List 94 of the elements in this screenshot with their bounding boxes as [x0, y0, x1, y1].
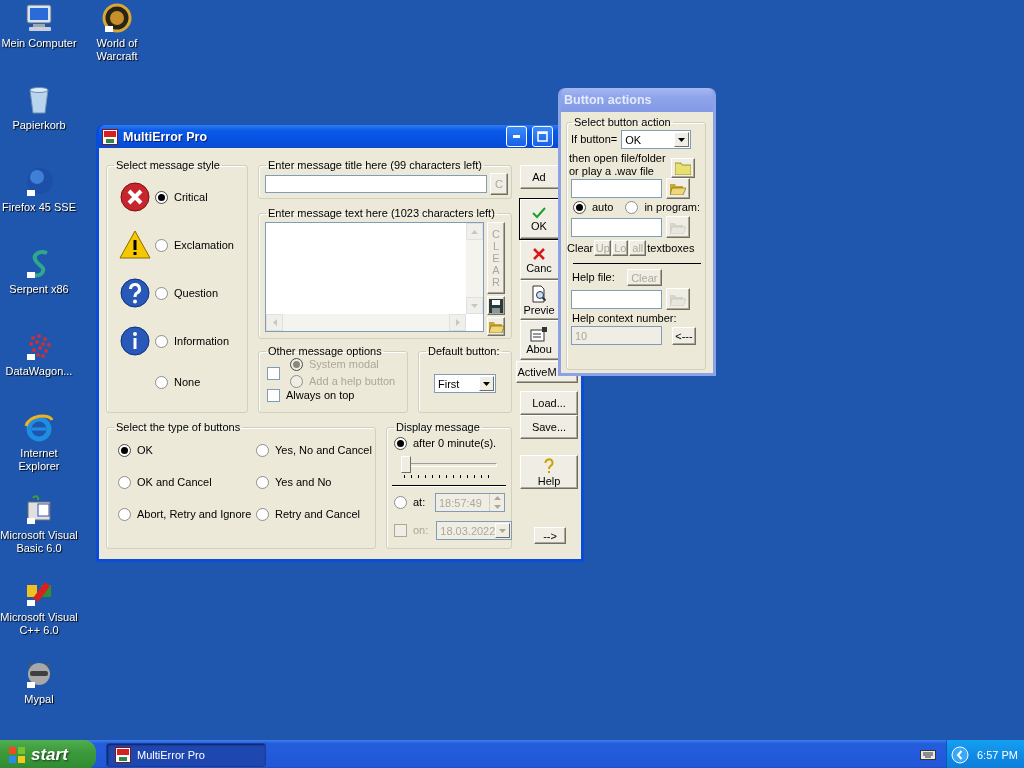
group-label: Display message [395, 421, 481, 434]
program-path-field[interactable] [571, 217, 662, 237]
maximize-icon [537, 131, 548, 142]
horizontal-scrollbar[interactable] [266, 314, 466, 331]
folder-icon [488, 320, 504, 333]
radio-button[interactable]: Retry and Cancel [256, 508, 372, 521]
start-button[interactable]: start [0, 740, 96, 768]
scroll-right-icon [455, 319, 460, 326]
desktop-icon-label[interactable]: Papierkorb [0, 119, 79, 132]
title-input[interactable] [265, 175, 487, 193]
open-folder-icon [670, 292, 686, 306]
radio-button[interactable]: None [155, 375, 241, 389]
spin-down-icon [493, 504, 501, 509]
group-label: Enter message title here (99 characters left) [267, 159, 483, 172]
maximize-button[interactable] [532, 126, 553, 147]
group-label: Other message options [267, 345, 383, 358]
browse-button[interactable] [666, 178, 690, 199]
open-folder-icon [670, 182, 686, 195]
open-folder-button[interactable] [487, 317, 505, 336]
group-label: Select the type of buttons [115, 421, 242, 434]
checkbox[interactable] [267, 366, 280, 380]
radio-button[interactable]: Abort, Retry and Ignore [118, 508, 256, 521]
close-icon [532, 246, 546, 261]
error-icon [119, 181, 151, 213]
window-title: Button actions [564, 93, 653, 107]
ring-icon[interactable] [101, 2, 133, 34]
message-text-field[interactable] [265, 222, 484, 332]
window-title: MultiError Pro [123, 129, 209, 144]
scroll-up-icon [471, 229, 478, 234]
group-label: Select message style [115, 159, 221, 172]
dropdown-arrow-icon [483, 381, 490, 386]
check-icon [532, 206, 546, 219]
radio-button[interactable]: after 0 minute(s). [394, 437, 497, 450]
app-icon [115, 747, 131, 763]
browser-icon[interactable] [23, 412, 55, 444]
radio-button[interactable]: at: [394, 496, 426, 509]
computer-icon[interactable] [23, 2, 55, 34]
group-label: Default button: [427, 345, 501, 358]
vertical-scrollbar[interactable] [466, 223, 483, 314]
desktop-icon-label[interactable]: Serpent x86 [0, 283, 79, 296]
group-label: Select button action [573, 116, 672, 129]
action-button[interactable]: Help [520, 455, 578, 489]
minimize-button[interactable] [506, 126, 527, 147]
button-select[interactable]: OK [621, 130, 692, 149]
radio-button[interactable]: Exclamation [155, 238, 241, 252]
action-button[interactable]: Save... [520, 415, 578, 439]
folder-button[interactable] [671, 158, 695, 178]
clock: 6:57 PM [977, 749, 1018, 761]
help-file-field[interactable] [571, 289, 662, 309]
checkbox[interactable]: Always on top [267, 389, 355, 402]
radio-button[interactable]: Yes, No and Cancel [256, 444, 372, 457]
scroll-left-icon [272, 319, 277, 326]
group-label: Enter message text here (1023 characters left) [267, 207, 496, 220]
warning-icon [119, 229, 151, 261]
radio-button[interactable]: Critical [155, 190, 241, 204]
clear-label: textboxes [647, 241, 695, 255]
action-button[interactable]: Load... [520, 391, 578, 415]
back-button[interactable]: <--- [672, 327, 696, 345]
spin-up-icon [493, 496, 501, 501]
app-icon [102, 128, 118, 145]
chevron-icon[interactable] [951, 746, 969, 764]
desktop-icon-label[interactable]: Mein Computer [0, 37, 79, 50]
radio-button[interactable]: in program: [625, 201, 701, 214]
file-path-field[interactable] [571, 179, 662, 198]
field-label: If button= [571, 133, 618, 146]
keyboard-icon[interactable] [920, 750, 936, 760]
page-magnifier-icon [531, 284, 547, 303]
radio-button[interactable]: Information [155, 334, 241, 348]
radio-button[interactable]: OK [118, 444, 256, 457]
desktop-icon-label[interactable]: DataWagon... [0, 365, 79, 378]
help-icon [543, 457, 555, 474]
dropdown-arrow-icon [678, 137, 686, 142]
desktop-icon-label[interactable]: Internet Explorer [0, 447, 79, 473]
desktop-icon-label[interactable]: Microsoft Visual Basic 6.0 [0, 529, 79, 555]
question-icon [119, 277, 151, 309]
radio-button[interactable]: Yes and No [256, 476, 372, 489]
desktop-icon-label[interactable]: Mypal [0, 693, 79, 706]
default-button-select[interactable]: First [434, 374, 496, 393]
save-button[interactable] [487, 296, 505, 315]
action-button[interactable]: --> [534, 527, 566, 544]
desktop-icon-label[interactable]: World of Warcraft [77, 37, 157, 63]
radio-button[interactable]: Question [155, 286, 241, 300]
dropdown-arrow-icon [499, 528, 507, 533]
windows-logo-icon [8, 746, 26, 764]
open-folder-icon [670, 220, 686, 234]
desktop-icon-label[interactable]: Microsoft Visual C++ 6.0 [0, 611, 79, 637]
desktop-icon-label[interactable]: Firefox 45 SSE [0, 201, 79, 214]
info-icon [119, 325, 151, 357]
taskbar-button[interactable]: MultiError Pro [106, 743, 266, 767]
radio-button[interactable]: OK and Cancel [118, 476, 256, 489]
minimize-icon [512, 135, 521, 138]
scroll-down-icon [471, 303, 478, 308]
folder-icon [675, 161, 691, 175]
card-icon [530, 325, 548, 342]
